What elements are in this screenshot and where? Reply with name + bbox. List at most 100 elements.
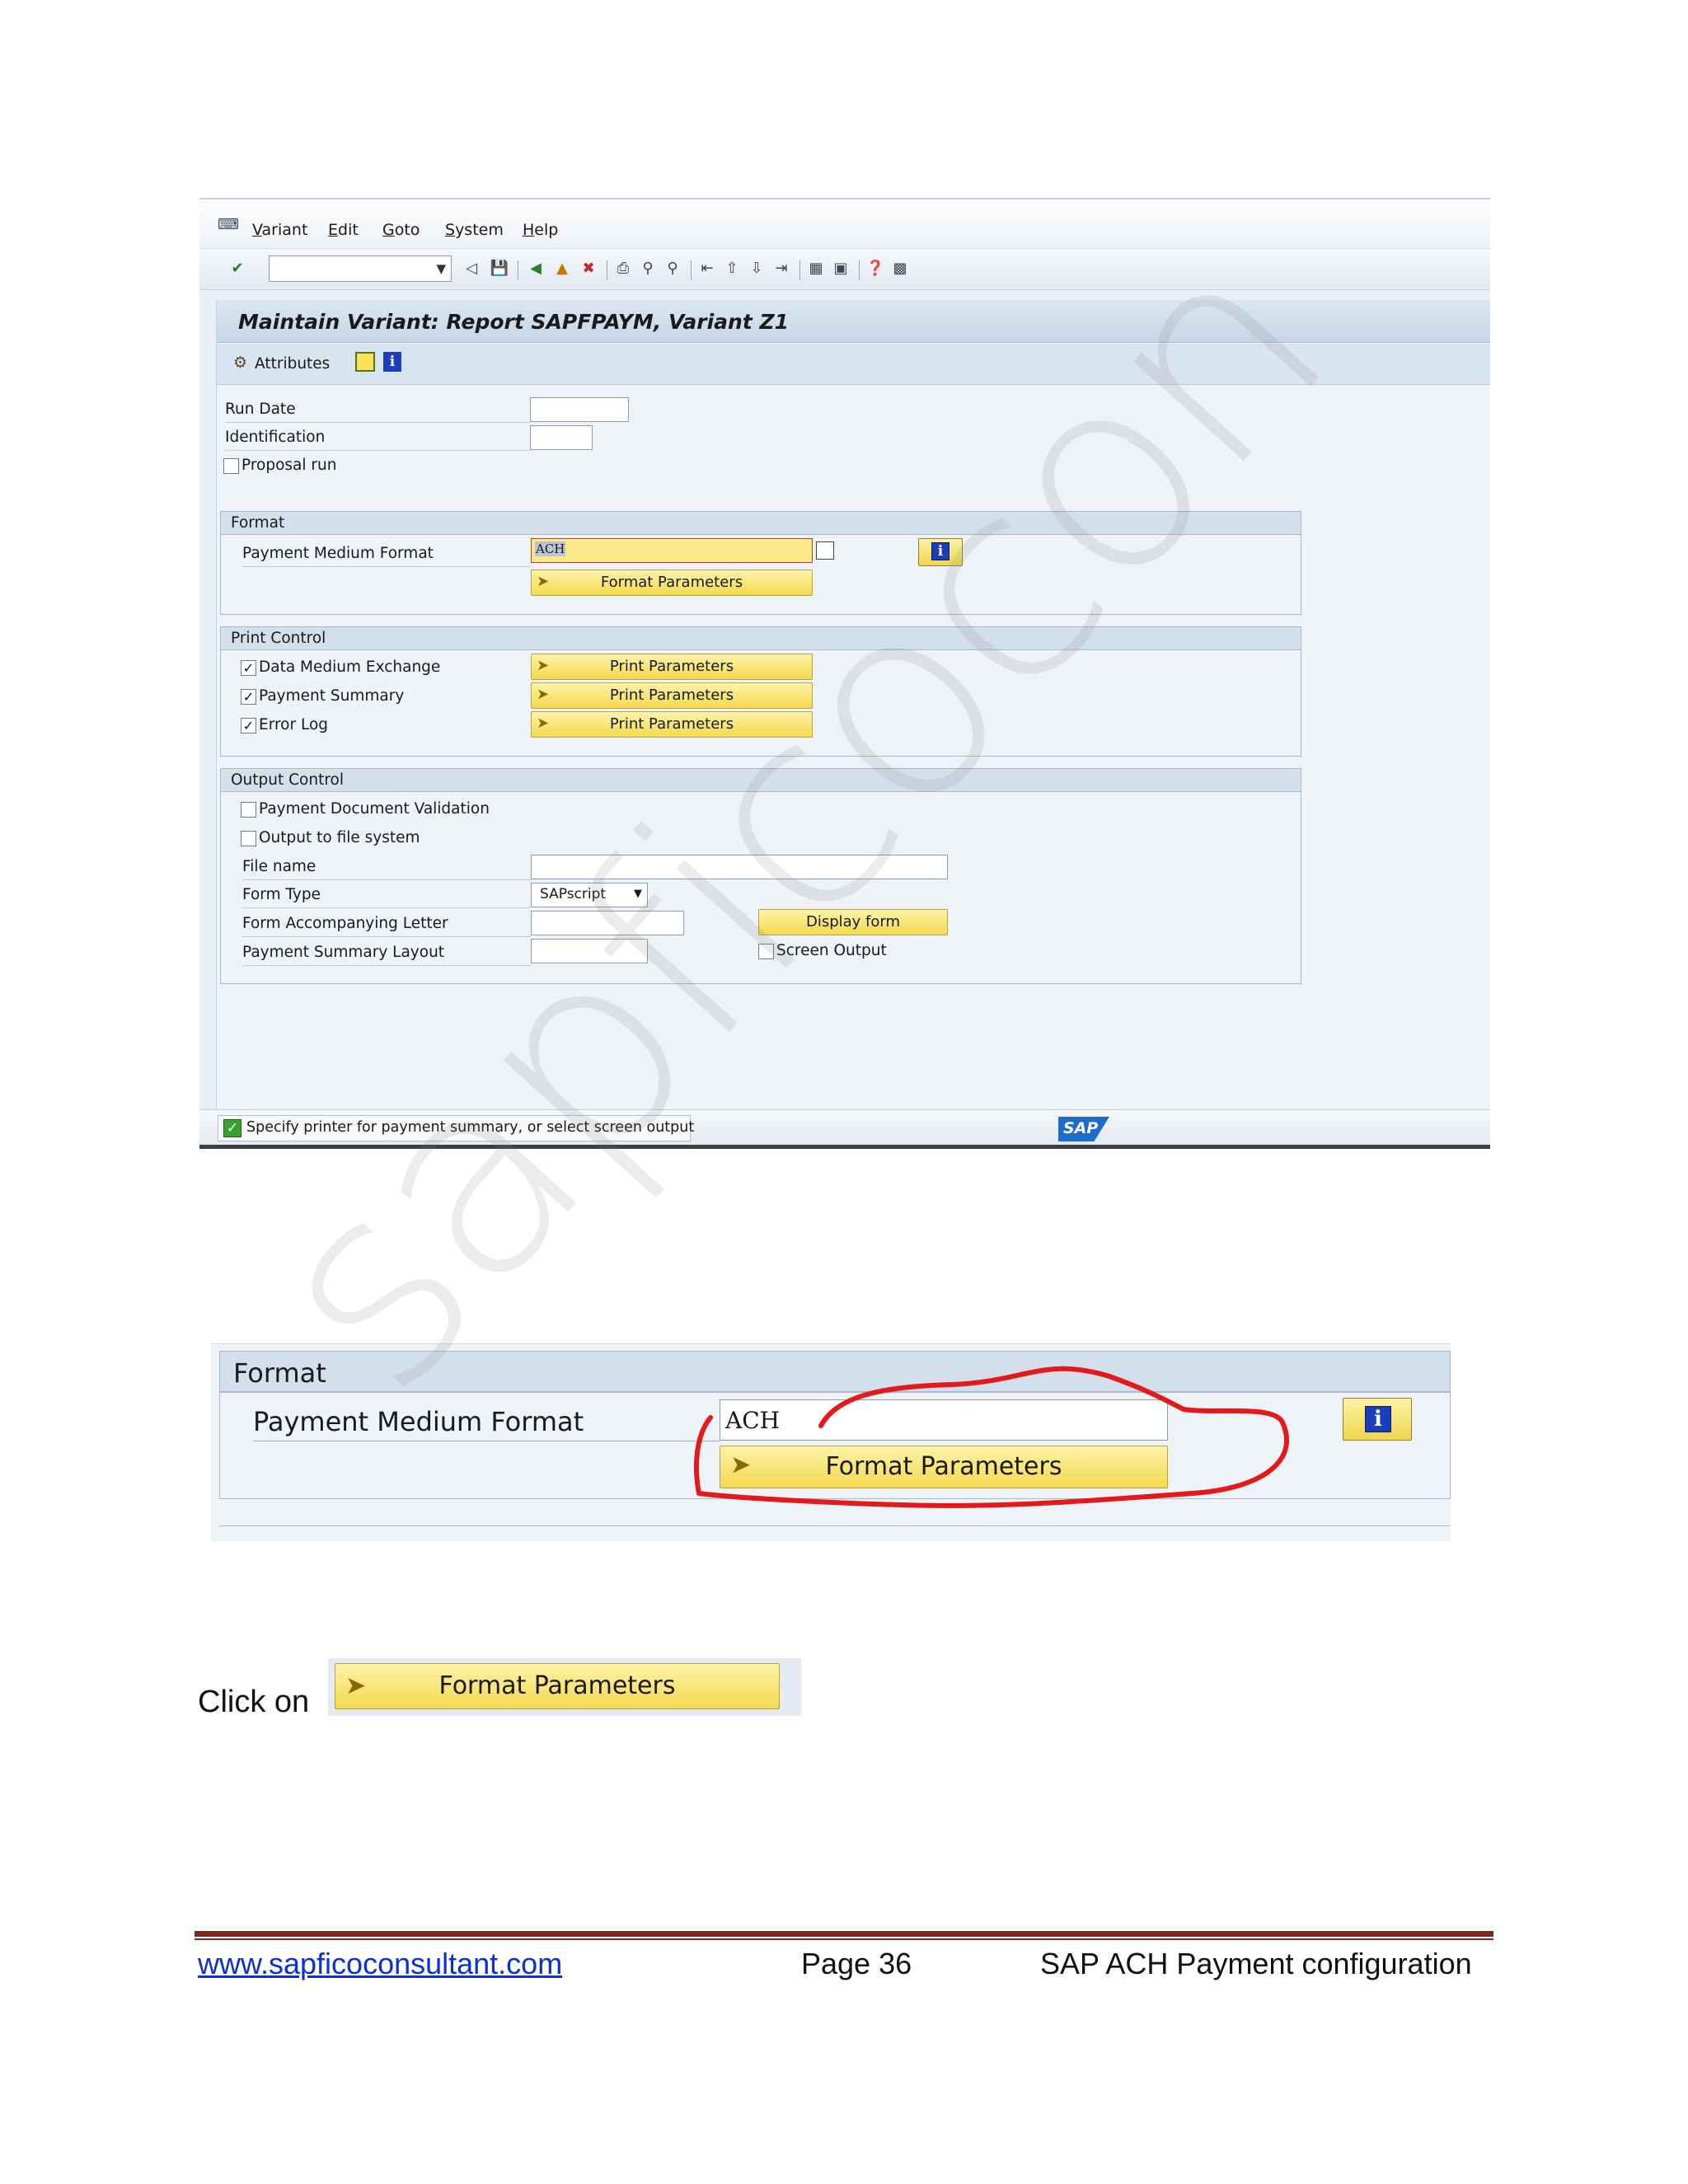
arrow-right-icon: ➤	[537, 657, 550, 674]
success-check-icon: ✓	[223, 1119, 241, 1137]
find-icon[interactable]: ⚲	[638, 259, 658, 279]
menu-icon[interactable]: ⌨	[218, 216, 239, 233]
attributes-icon[interactable]: ⚙	[233, 354, 247, 372]
create-session-icon[interactable]: ▦	[806, 259, 826, 279]
instruction-format-parameters-button[interactable]: ➤ Format Parameters	[335, 1663, 780, 1709]
proposal-run-label: Proposal run	[241, 457, 337, 474]
command-field[interactable]: ▼	[269, 255, 452, 282]
menu-variant[interactable]: Variant	[252, 221, 307, 239]
payment-document-validation-label: Payment Document Validation	[259, 800, 490, 818]
payment-summary-checkbox[interactable]: ✓	[241, 689, 256, 705]
format-group-title: Format	[231, 514, 285, 532]
menu-goto[interactable]: Goto	[382, 221, 420, 239]
format-group-zoom: Format Payment Medium Format ACH ➤ Forma…	[211, 1343, 1451, 1541]
layout-icon[interactable]: ▩	[890, 259, 910, 279]
display-form-button[interactable]: Display form	[758, 909, 948, 935]
menu-bar: ⌨ Variant Edit Goto System Help	[199, 199, 1490, 249]
arrow-right-icon: ➤	[537, 573, 550, 590]
output-to-file-system-label: Output to file system	[259, 829, 420, 846]
screen-title: Maintain Variant: Report SAPFPAYM, Varia…	[238, 310, 789, 334]
identification-label: Identification	[225, 429, 326, 446]
payment-medium-format-value: ACH	[535, 541, 566, 556]
exit-icon[interactable]: ▲	[552, 259, 572, 279]
arrow-right-icon: ➤	[345, 1671, 367, 1700]
payment-summary-layout-label: Payment Summary Layout	[242, 944, 445, 961]
print-parameters-button-summary[interactable]: ➤ Print Parameters	[531, 682, 813, 709]
payment-medium-format-label: Payment Medium Format	[242, 545, 434, 562]
form-type-value: SAPscript	[540, 886, 607, 902]
back-triangle-icon[interactable]: ◁	[462, 259, 481, 279]
footer-page-number: Page 36	[801, 1947, 912, 1980]
footer-website-link[interactable]: www.sapficoconsultant.com	[198, 1947, 562, 1981]
identification-input[interactable]	[530, 425, 593, 450]
info-icon[interactable]: i	[383, 352, 401, 372]
chevron-down-icon[interactable]: ▼	[436, 261, 446, 276]
print-control-group: Print Control ✓ Data Medium Exchange ➤ P…	[220, 626, 1301, 757]
output-control-group: Output Control Payment Document Validati…	[220, 768, 1301, 984]
data-medium-exchange-checkbox[interactable]: ✓	[241, 660, 256, 676]
form-accompanying-letter-label: Form Accompanying Letter	[242, 915, 448, 932]
shortcut-icon[interactable]: ▣	[831, 259, 851, 279]
status-message: Specify printer for payment summary, or …	[246, 1119, 695, 1136]
print-parameters-button-error-log[interactable]: ➤ Print Parameters	[531, 711, 813, 738]
first-page-icon[interactable]: ⇤	[697, 259, 717, 279]
footer-rule-thin	[195, 1938, 1493, 1940]
file-name-label: File name	[242, 858, 316, 875]
selection-icon[interactable]	[355, 352, 375, 372]
screen-output-checkbox[interactable]	[758, 944, 774, 959]
run-date-input[interactable]	[530, 397, 629, 422]
arrow-right-icon: ➤	[537, 686, 550, 703]
status-message-box: ✓ Specify printer for payment summary, o…	[218, 1115, 695, 1141]
help-icon[interactable]: ❓	[865, 259, 885, 279]
arrow-right-icon: ➤	[537, 715, 550, 732]
red-highlight-circle	[693, 1366, 1289, 1508]
screen-content: Maintain Variant: Report SAPFPAYM, Varia…	[216, 300, 1490, 1116]
proposal-run-checkbox[interactable]	[223, 458, 239, 474]
status-bar: ✓ Specify printer for payment summary, o…	[199, 1109, 1490, 1147]
find-next-icon[interactable]: ⚲	[663, 259, 682, 279]
error-log-checkbox[interactable]: ✓	[241, 718, 256, 733]
enter-check-icon[interactable]: ✔	[227, 259, 247, 279]
form-accompanying-letter-input[interactable]	[531, 911, 684, 935]
footer-document-title: SAP ACH Payment configuration	[1040, 1947, 1472, 1980]
file-name-input[interactable]	[531, 855, 948, 879]
form-type-label: Form Type	[242, 886, 321, 903]
form-type-select[interactable]: SAPscript ▼	[531, 883, 648, 907]
instruction-button-screenshot: ➤ Format Parameters	[328, 1658, 801, 1716]
title-bar: Maintain Variant: Report SAPFPAYM, Varia…	[217, 300, 1490, 343]
click-on-text: Click on	[198, 1685, 310, 1719]
cancel-icon[interactable]: ✖	[579, 259, 598, 279]
previous-page-icon[interactable]: ⇧	[722, 259, 742, 279]
save-icon[interactable]: 💾	[490, 259, 509, 279]
menu-system[interactable]: System	[445, 221, 504, 239]
data-medium-exchange-label: Data Medium Exchange	[259, 658, 441, 676]
format-parameters-button[interactable]: ➤ Format Parameters	[531, 569, 813, 596]
sap-logo: SAP	[1058, 1117, 1109, 1141]
info-icon: i	[931, 542, 950, 560]
payment-summary-layout-input[interactable]	[531, 939, 648, 963]
run-date-label: Run Date	[225, 401, 296, 418]
format-group: Format Payment Medium Format ACH i ➤ For…	[220, 511, 1301, 615]
output-to-file-system-checkbox[interactable]	[241, 831, 256, 846]
output-control-title: Output Control	[231, 771, 345, 789]
f4-help-icon[interactable]	[816, 541, 834, 560]
error-log-label: Error Log	[259, 716, 329, 733]
screen-output-label: Screen Output	[776, 942, 887, 959]
chevron-down-icon[interactable]: ▼	[634, 888, 642, 900]
back-icon[interactable]: ◀	[526, 259, 546, 279]
screenshot-bottom-edge	[199, 1145, 1490, 1149]
application-toolbar: ⚙ Attributes i	[217, 344, 1490, 385]
print-icon[interactable]: ⎙	[613, 259, 633, 279]
sap-screenshot-main: ⌨ Variant Edit Goto System Help ✔ ◁ 💾 ◀ …	[199, 198, 1490, 1147]
menu-edit[interactable]: Edit	[328, 221, 359, 239]
next-page-icon[interactable]: ⇩	[747, 259, 767, 279]
info-button[interactable]: i	[918, 538, 963, 566]
last-page-icon[interactable]: ⇥	[771, 259, 791, 279]
menu-help[interactable]: Help	[523, 221, 558, 239]
attributes-button-label[interactable]: Attributes	[255, 355, 330, 373]
footer-rule	[195, 1931, 1493, 1937]
payment-summary-label: Payment Summary	[259, 687, 405, 705]
payment-document-validation-checkbox[interactable]	[241, 802, 256, 818]
print-parameters-button-dme[interactable]: ➤ Print Parameters	[531, 654, 813, 680]
payment-medium-format-input[interactable]: ACH	[531, 538, 813, 563]
